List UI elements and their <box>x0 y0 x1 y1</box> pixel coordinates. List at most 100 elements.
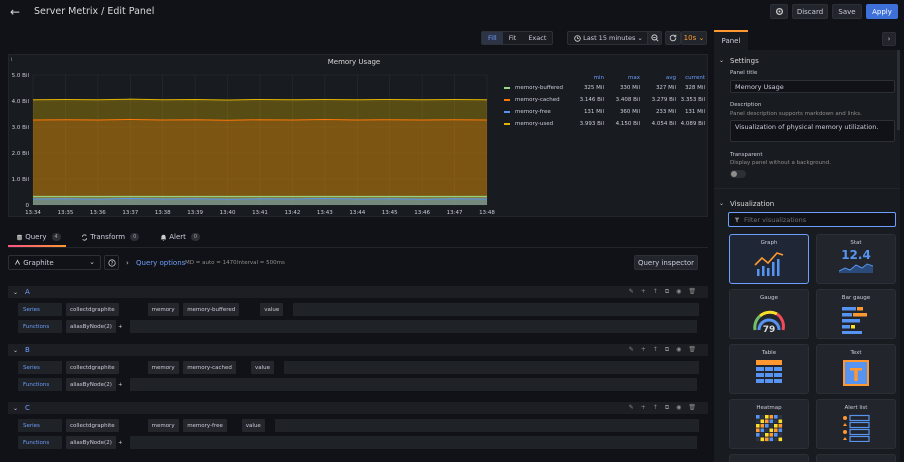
trash-icon[interactable]: 🗑 <box>688 288 696 296</box>
query-inspector-button[interactable]: Query inspector <box>634 255 698 270</box>
functions-label: Functions <box>18 436 62 449</box>
viz-gauge[interactable]: Gauge 79 <box>729 289 809 339</box>
query-row-header[interactable]: ⌄ B ✎ + ↑ ⧉ ◉ 🗑 <box>8 344 708 356</box>
x-tick-label: 13:43 <box>317 210 333 216</box>
add-query-icon[interactable]: + <box>641 346 646 354</box>
tab-alert[interactable]: Alert 0 <box>160 229 201 245</box>
pane-scrollbar[interactable] <box>897 50 900 130</box>
move-up-icon[interactable]: ↑ <box>653 288 658 296</box>
series-segment[interactable]: value <box>251 361 275 374</box>
move-up-icon[interactable]: ↑ <box>653 404 658 412</box>
viz-stat[interactable]: Stat 12.4 <box>816 234 896 284</box>
refresh-icon[interactable] <box>665 31 681 45</box>
functions-filler <box>130 378 697 391</box>
y-tick-label: 5.0 Bil <box>12 73 30 79</box>
series-segment[interactable]: memory <box>147 419 179 432</box>
viz-graph[interactable]: Graph <box>729 234 809 284</box>
apply-button[interactable]: Apply <box>866 4 898 19</box>
tab-query[interactable]: Query 4 <box>16 229 61 245</box>
transform-icon <box>81 233 88 241</box>
duplicate-icon[interactable]: ⧉ <box>665 346 669 354</box>
series-segment[interactable]: collectdgraphite <box>66 361 119 374</box>
eye-icon[interactable]: ◉ <box>676 288 681 296</box>
series-segment[interactable]: value <box>241 419 265 432</box>
datasource-select[interactable]: Graphite ⌄ <box>8 255 101 270</box>
x-tick-label: 13:36 <box>90 210 106 216</box>
query-options-link[interactable]: Query options <box>136 259 185 267</box>
chevron-down-icon: ⌄ <box>13 404 19 412</box>
legend-swatch <box>504 111 510 113</box>
add-function-icon[interactable]: + <box>114 378 127 391</box>
viz-text[interactable]: Text T <box>816 344 896 394</box>
viz-more[interactable] <box>729 454 809 462</box>
help-icon[interactable]: ? <box>104 255 119 270</box>
add-function-icon[interactable]: + <box>114 436 127 449</box>
legend-item[interactable]: memory-buffered 325 Mil 330 Mil 327 Mil 328 … <box>504 83 705 93</box>
fill-button[interactable]: Fill <box>482 32 503 44</box>
tab-transform[interactable]: Transform 0 <box>81 229 140 245</box>
viz-heatmap-label: Heatmap <box>756 405 782 411</box>
function-chip[interactable]: aliasByNode(2) <box>66 320 116 333</box>
legend-item[interactable]: memory-cached 3.146 Bil 3.408 Bil 3.279 Bil… <box>504 95 705 105</box>
series-segment[interactable]: collectdgraphite <box>66 419 119 432</box>
series-segment[interactable]: memory-cached <box>183 361 236 374</box>
filter-visualizations-input[interactable]: Filter visualizations <box>728 212 896 227</box>
settings-gear-icon[interactable] <box>770 4 788 19</box>
table-viz-icon <box>756 360 782 383</box>
view-mode-group: Fill Fit Exact <box>481 31 554 45</box>
zoom-out-icon[interactable] <box>647 31 662 45</box>
chevron-down-icon: ⌄ <box>89 258 95 266</box>
function-chip[interactable]: aliasByNode(2) <box>66 378 116 391</box>
legend-value-current: 3.353 Bil <box>680 97 705 103</box>
tab-transform-label: Transform <box>90 233 126 241</box>
duplicate-icon[interactable]: ⧉ <box>665 288 669 296</box>
description-textarea[interactable]: Visualization of physical memory utiliza… <box>730 120 895 142</box>
legend-item[interactable]: memory-free 131 Mil 360 Mil 233 Mil 131 Mil <box>504 107 705 117</box>
add-query-icon[interactable]: + <box>641 288 646 296</box>
eye-icon[interactable]: ◉ <box>676 346 681 354</box>
collapse-pane-icon[interactable]: › <box>882 32 896 46</box>
series-segment[interactable]: memory <box>147 303 179 316</box>
discard-button[interactable]: Discard <box>792 4 828 19</box>
query-row-header[interactable]: ⌄ C ✎ + ↑ ⧉ ◉ 🗑 <box>8 402 708 414</box>
viz-more-2[interactable] <box>816 454 896 462</box>
add-query-icon[interactable]: + <box>641 404 646 412</box>
move-up-icon[interactable]: ↑ <box>653 346 658 354</box>
edit-icon[interactable]: ✎ <box>629 346 634 354</box>
viz-table[interactable]: Table <box>729 344 809 394</box>
save-button[interactable]: Save <box>832 4 862 19</box>
series-segment[interactable]: memory-free <box>183 419 227 432</box>
viz-alert-list[interactable]: Alert list <box>816 399 896 449</box>
function-chip[interactable]: aliasByNode(2) <box>66 436 116 449</box>
eye-icon[interactable]: ◉ <box>676 404 681 412</box>
edit-icon[interactable]: ✎ <box>629 404 634 412</box>
tab-panel[interactable]: Panel <box>714 30 748 50</box>
visualization-header[interactable]: Visualization <box>730 200 774 208</box>
query-row-header[interactable]: ⌄ A ✎ + ↑ ⧉ ◉ 🗑 <box>8 286 708 298</box>
datasource-name: Graphite <box>23 258 54 267</box>
viz-bar-gauge[interactable]: Bar gauge <box>816 289 896 339</box>
back-arrow-icon[interactable]: ← <box>10 5 20 19</box>
refresh-interval-select[interactable]: 10s ⌄ <box>681 31 707 45</box>
chevron-right-icon[interactable]: › <box>126 259 129 267</box>
time-picker[interactable]: Last 15 minutes ⌄ <box>567 31 650 45</box>
transparent-toggle[interactable] <box>730 170 746 178</box>
settings-header[interactable]: Settings <box>730 57 759 65</box>
viz-heatmap[interactable]: Heatmap <box>729 399 809 449</box>
interval-info: Interval = 500ms <box>237 260 285 266</box>
exact-button[interactable]: Exact <box>522 32 552 44</box>
series-segment[interactable]: value <box>260 303 284 316</box>
fit-button[interactable]: Fit <box>503 32 523 44</box>
viz-gauge-label: Gauge <box>760 295 778 301</box>
duplicate-icon[interactable]: ⧉ <box>665 404 669 412</box>
series-segment[interactable]: memory-buffered <box>183 303 240 316</box>
trash-icon[interactable]: 🗑 <box>688 404 696 412</box>
edit-icon[interactable]: ✎ <box>629 288 634 296</box>
add-function-icon[interactable]: + <box>114 320 127 333</box>
series-segment[interactable]: memory <box>147 361 179 374</box>
legend-item[interactable]: memory-used 3.993 Bil 4.150 Bil 4.054 Bil 4.… <box>504 119 705 129</box>
trash-icon[interactable]: 🗑 <box>688 346 696 354</box>
y-tick-label: 0 <box>26 203 30 209</box>
series-segment[interactable]: collectdgraphite <box>66 303 119 316</box>
panel-title-input[interactable]: Memory Usage <box>730 80 895 93</box>
